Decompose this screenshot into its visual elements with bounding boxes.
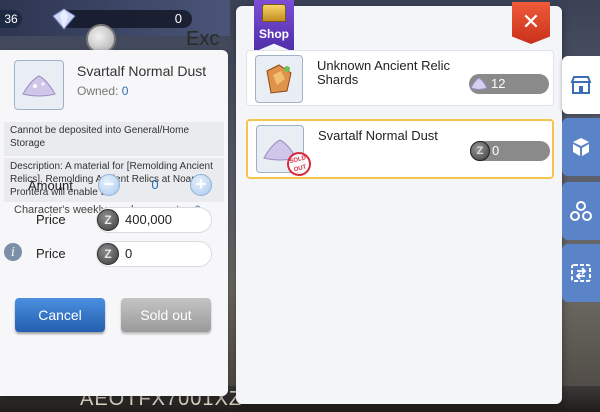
zeny-coin-icon: Z: [470, 141, 490, 161]
tab-store[interactable]: [562, 56, 600, 114]
dust-icon: [22, 75, 56, 97]
amount-decrease-button[interactable]: −: [98, 174, 120, 196]
background-label: Exc: [186, 28, 220, 50]
zeny-coin-icon: Z: [97, 243, 119, 265]
molecule-icon: [570, 201, 592, 221]
puzzle-shard-icon: [266, 64, 292, 94]
tab-cubes[interactable]: [562, 118, 600, 176]
shop-item-name: Unknown Ancient Relic Shards: [317, 58, 450, 87]
hud-currency: 0: [60, 10, 192, 28]
sold-out-button[interactable]: Sold out: [121, 298, 211, 332]
amount-label: Amount: [28, 178, 73, 193]
exchange-icon: [571, 264, 591, 282]
item-detail-icon: [14, 60, 64, 110]
gem-icon: [52, 8, 76, 30]
player-level: 36: [0, 10, 22, 28]
tab-exchange[interactable]: [562, 244, 600, 302]
amount-increase-button[interactable]: +: [190, 174, 212, 196]
amount-value[interactable]: 0: [140, 177, 170, 192]
owned-label: Owned:: [77, 84, 119, 98]
item-owned: Owned: 0: [77, 84, 128, 98]
owned-value: 0: [121, 84, 129, 98]
shop-item-name: Svartalf Normal Dust: [318, 128, 438, 143]
cube-icon: [573, 138, 589, 156]
item-detail-name: Svartalf Normal Dust: [77, 63, 207, 79]
item-icon: [255, 55, 303, 103]
price2-label: Price: [36, 246, 66, 261]
close-button[interactable]: ✕: [512, 2, 550, 44]
storage-warning: Cannot be deposited into General/Home St…: [4, 122, 224, 156]
shop-item[interactable]: Unknown Ancient Relic Shards 12: [246, 50, 554, 106]
info-icon[interactable]: i: [4, 243, 22, 261]
item-icon: SOLD OUT: [256, 125, 314, 179]
shop-item[interactable]: SOLD OUT Svartalf Normal Dust 0 Z: [246, 119, 554, 179]
dust-icon: [470, 77, 488, 90]
cancel-button[interactable]: Cancel: [15, 298, 105, 332]
store-icon: [570, 76, 592, 94]
zeny-coin-icon: Z: [97, 209, 119, 231]
shop-title: Shop: [259, 27, 289, 41]
tab-molecules[interactable]: [562, 182, 600, 240]
price-label: Price: [36, 212, 66, 227]
shop-chest-icon: [262, 4, 286, 22]
